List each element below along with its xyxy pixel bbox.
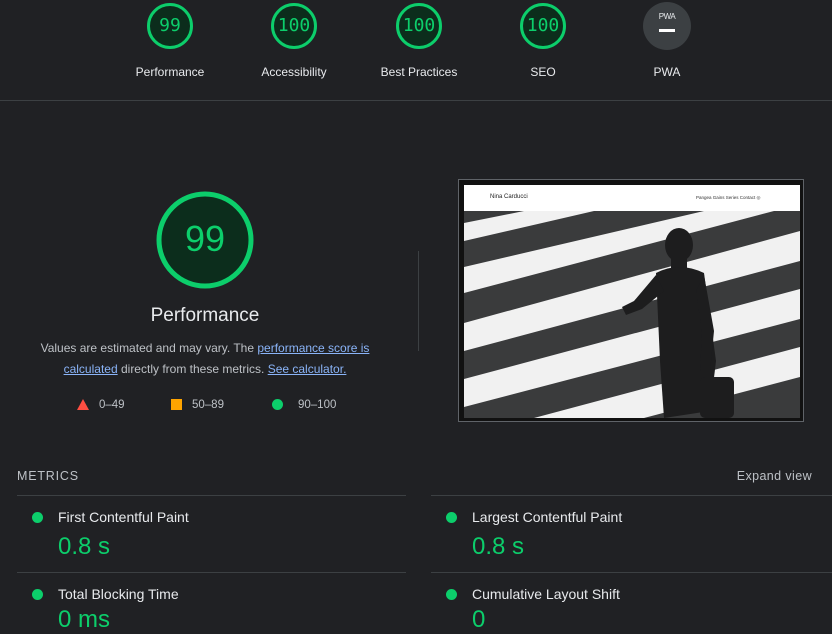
metrics-heading: METRICS [17,469,79,483]
gauge-score: 100 [526,15,560,36]
pwa-badge-text: PWA [658,12,676,21]
description-text: directly from these metrics. [117,362,268,376]
metric-title: First Contentful Paint [58,509,189,525]
thumbnail-navbar: Nina Carducci Pangea Gains Series Contac… [464,185,800,211]
gauge-label: Performance [135,65,205,79]
gauge-score: 100 [402,15,436,36]
thumbnail-site-name: Nina Carducci [490,194,528,200]
metric-value: 0.8 s [472,533,525,560]
square-icon [171,399,182,411]
pwa-badge-icon: PWA [643,2,691,50]
metric-title: Total Blocking Time [58,586,179,602]
metrics-divider [17,572,406,573]
metrics-divider [431,572,832,573]
triangle-icon [77,399,89,411]
metric-title: Largest Contentful Paint [472,509,623,525]
expand-view-button[interactable]: Expand view [737,469,812,483]
gauge-label: Best Practices [380,65,458,79]
category-gauges-bar: 99 Performance 100 Accessibility 100 Bes… [0,0,832,101]
thumbnail-nav-text: Pangea Gains Series Contact [696,195,756,200]
legend-average: 50–89 [171,399,224,411]
metrics-divider [17,495,406,496]
legend-pass: 90–100 [272,399,336,411]
metric-value: 0 ms [58,606,111,633]
gauge-label: Accessibility [261,65,327,79]
metric-value: 0.8 s [58,533,111,560]
pwa-dash-icon [659,29,675,32]
metrics-divider [431,495,832,496]
gauge-label: SEO [530,65,556,79]
legend-fail: 0–49 [77,399,125,411]
gauge-score: 99 [159,15,181,36]
pass-circle-icon [32,512,43,523]
crosswalk-photo-image [464,211,800,418]
circle-icon [272,399,283,411]
screenshot-frame: Nina Carducci Pangea Gains Series Contac… [464,185,800,418]
thumbnail-nav-links: Pangea Gains Series Contact ◎ [696,195,761,200]
pass-circle-icon [32,589,43,600]
metric-value: 0 [472,606,486,633]
legend-range: 50–89 [192,399,224,411]
see-calculator-link[interactable]: See calculator. [268,362,347,376]
pass-circle-icon [446,512,457,523]
section-divider [418,251,419,351]
legend-range: 0–49 [99,399,125,411]
performance-score: 99 [184,218,226,259]
metric-title: Cumulative Layout Shift [472,586,620,602]
page-screenshot-thumbnail[interactable]: Nina Carducci Pangea Gains Series Contac… [458,179,804,422]
description-text: Values are estimated and may vary. The [40,341,258,355]
pass-circle-icon [446,589,457,600]
gauge-label: PWA [653,65,681,79]
performance-description: Values are estimated and may vary. The p… [20,338,390,380]
gauge-score: 100 [277,15,311,36]
performance-title: Performance [150,305,260,326]
legend-range: 90–100 [298,399,337,411]
